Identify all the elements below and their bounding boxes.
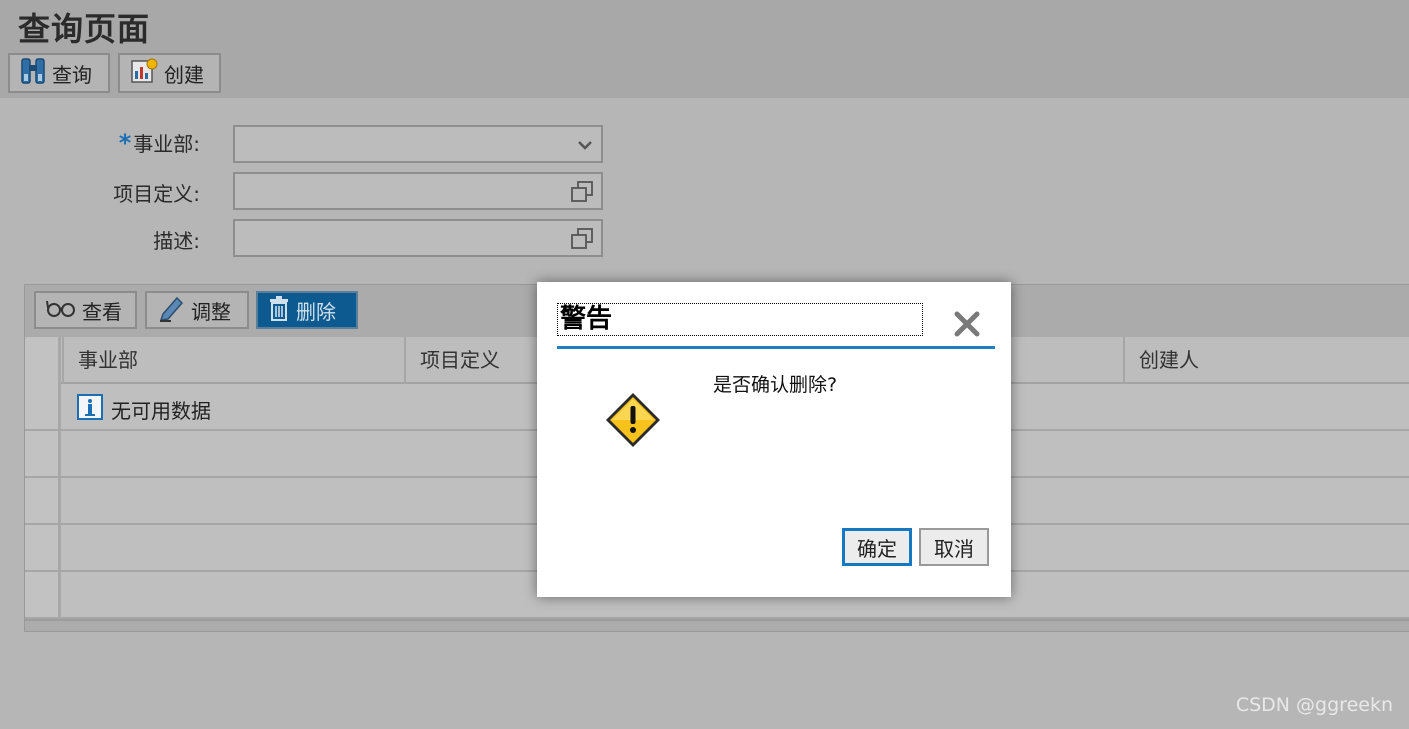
- create-button[interactable]: 创建: [118, 53, 221, 93]
- warning-dialog: 警告 是否确认删除? 确定 取消: [537, 282, 1011, 597]
- required-mark: *: [118, 129, 132, 157]
- view-button-label: 查看: [82, 299, 122, 324]
- confirm-button[interactable]: 确定: [842, 528, 912, 566]
- column-header-division[interactable]: 事业部: [62, 337, 405, 384]
- adjust-button-label: 调整: [191, 299, 231, 324]
- trash-icon: [268, 295, 290, 326]
- glasses-icon: [46, 298, 76, 323]
- close-icon[interactable]: [951, 308, 983, 340]
- division-label-text: 事业部:: [133, 132, 200, 156]
- info-icon: [77, 394, 103, 425]
- pencil-icon: [157, 294, 185, 327]
- division-select[interactable]: [233, 125, 603, 163]
- query-button-label: 查询: [52, 62, 92, 87]
- binoculars-icon: [20, 57, 46, 90]
- no-data-text: 无可用数据: [111, 399, 211, 423]
- page-title: 查询页面: [18, 10, 151, 48]
- project-def-input[interactable]: [233, 172, 603, 210]
- dialog-message: 是否确认删除?: [713, 374, 838, 396]
- delete-button-label: 删除: [296, 299, 336, 324]
- query-button[interactable]: 查询: [8, 53, 110, 93]
- row-selector[interactable]: [25, 572, 61, 617]
- division-label: * 事业部:: [108, 128, 200, 157]
- view-button[interactable]: 查看: [34, 291, 137, 329]
- cancel-button[interactable]: 取消: [919, 528, 989, 566]
- description-label: 描述:: [153, 229, 200, 253]
- project-def-label: 项目定义:: [113, 182, 200, 206]
- warning-icon: [603, 390, 663, 454]
- dialog-title-divider: [557, 346, 995, 349]
- select-all-cell[interactable]: [25, 337, 61, 384]
- create-button-label: 创建: [164, 62, 204, 87]
- table-footer: [25, 619, 1409, 631]
- row-selector[interactable]: [25, 525, 61, 570]
- delete-button[interactable]: 删除: [256, 291, 358, 329]
- page-header: 查询页面 查询 创建: [0, 0, 1409, 98]
- row-selector[interactable]: [25, 431, 61, 476]
- row-selector[interactable]: [25, 384, 61, 429]
- value-help-icon[interactable]: [570, 181, 594, 207]
- value-help-icon[interactable]: [570, 228, 594, 254]
- create-document-icon: [130, 58, 158, 89]
- adjust-button[interactable]: 调整: [145, 291, 249, 329]
- column-header-creator[interactable]: 创建人: [1123, 337, 1409, 384]
- dialog-title: 警告: [557, 303, 923, 336]
- row-selector[interactable]: [25, 478, 61, 523]
- watermark: CSDN @ggreekn: [1235, 694, 1393, 716]
- no-data-message: 无可用数据: [77, 394, 211, 425]
- chevron-down-icon: [576, 136, 594, 158]
- description-input[interactable]: [233, 219, 603, 257]
